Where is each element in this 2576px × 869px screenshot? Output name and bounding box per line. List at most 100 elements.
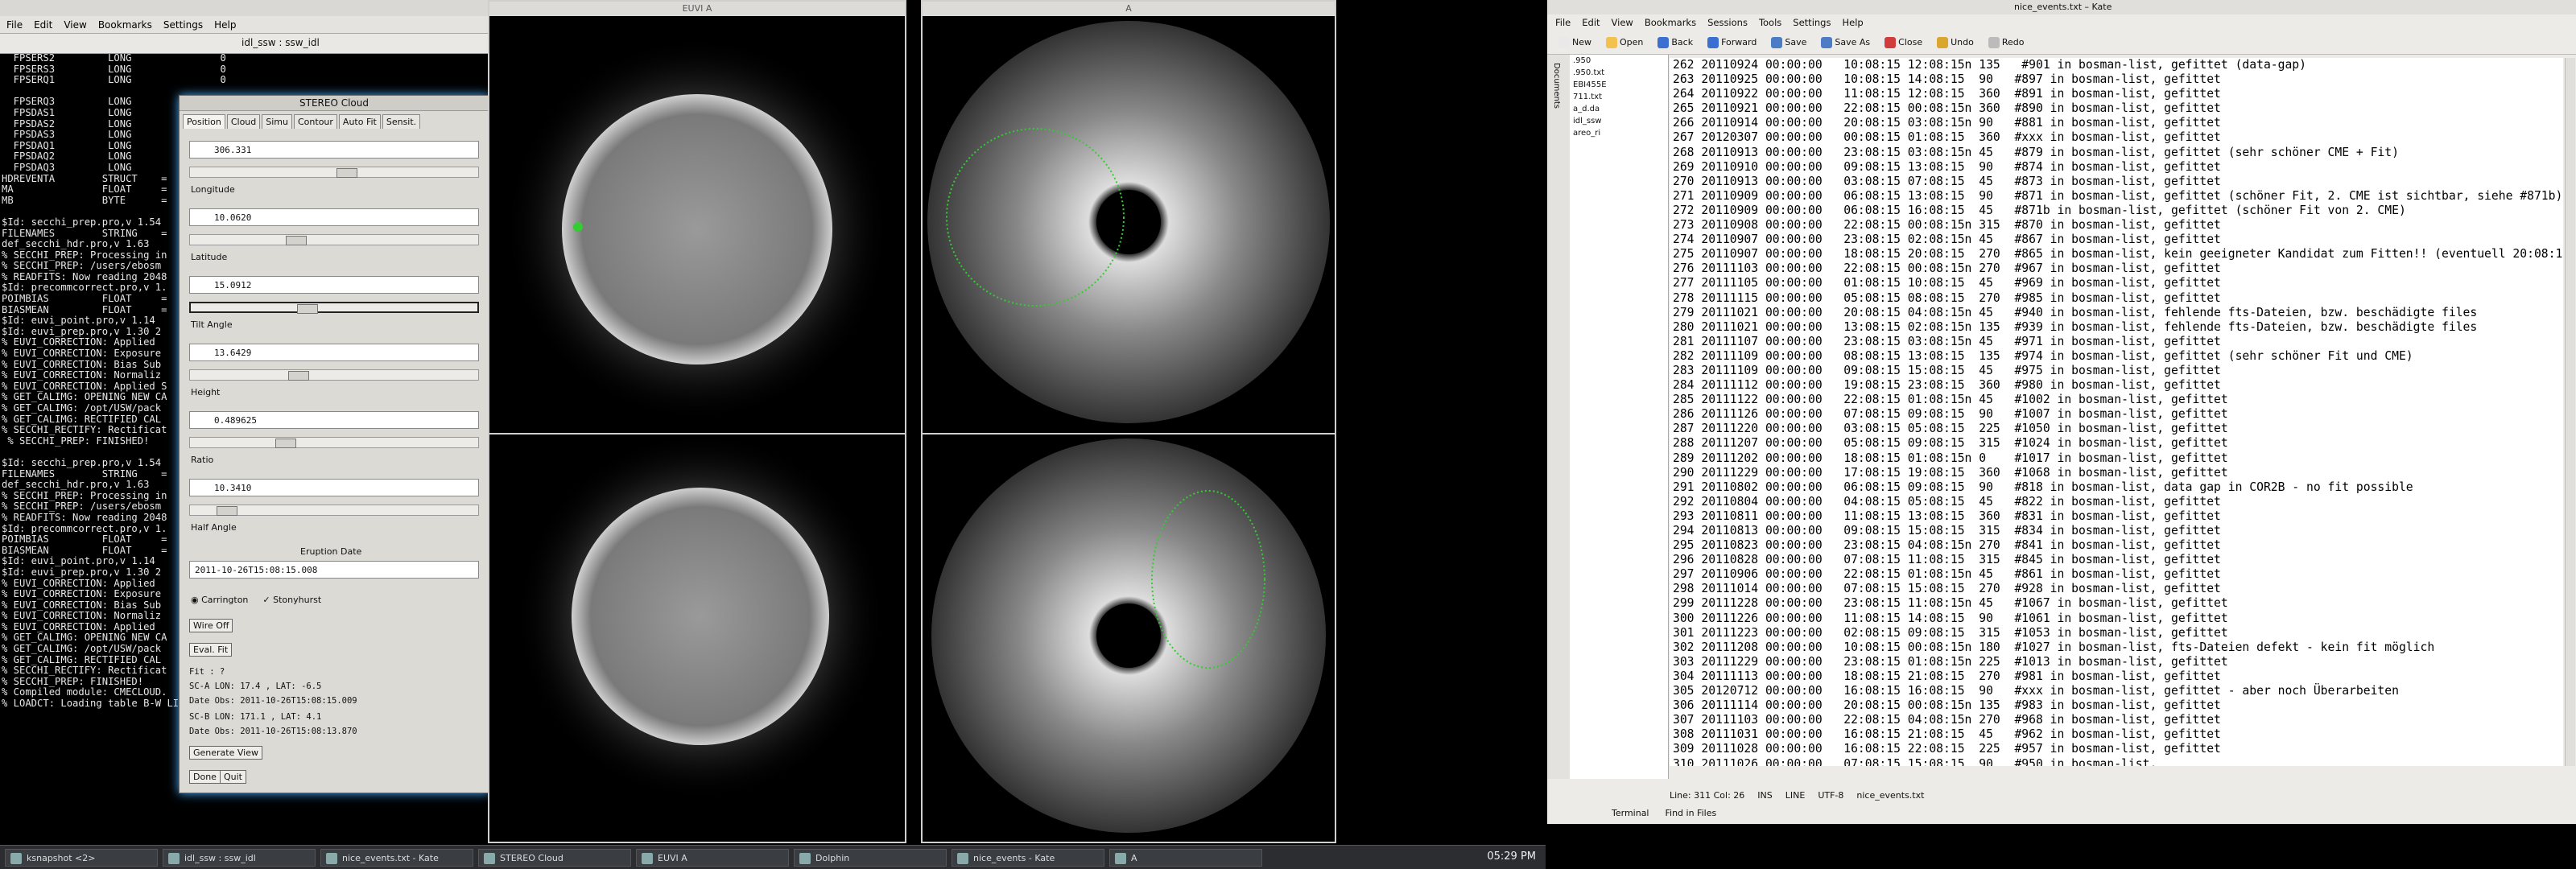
toolbar-undo-button[interactable]: Undo xyxy=(1932,36,1979,48)
tab-auto-fit[interactable]: Auto Fit xyxy=(338,114,381,129)
taskbar-task[interactable]: Dolphin xyxy=(794,848,947,867)
file-list-item[interactable]: .950.txt xyxy=(1570,67,1668,79)
cor2-b-pane[interactable] xyxy=(921,433,1336,843)
toolbar-back-button[interactable]: Back xyxy=(1653,36,1698,48)
longitude-slider[interactable] xyxy=(189,167,479,178)
taskbar-task[interactable]: nice_events.txt - Kate xyxy=(320,848,473,867)
done-button[interactable]: Done xyxy=(189,770,221,784)
menu-bookmarks[interactable]: Bookmarks xyxy=(1645,17,1696,28)
menu-bookmarks[interactable]: Bookmarks xyxy=(98,19,152,31)
euvi-a-pane[interactable]: EUVI A xyxy=(488,0,906,434)
editor-scrollbar[interactable] xyxy=(2565,58,2575,766)
tilt-angle-slider[interactable] xyxy=(189,302,479,314)
menu-file[interactable]: File xyxy=(1555,17,1571,28)
euvi-b-pane[interactable] xyxy=(488,433,906,843)
radio-carrington[interactable]: ◉ Carrington xyxy=(191,595,248,605)
tab-find-in-files[interactable]: Find in Files xyxy=(1666,808,1717,818)
menu-settings[interactable]: Settings xyxy=(163,19,203,31)
tab-terminal[interactable]: Terminal xyxy=(1612,808,1649,818)
latitude-slider[interactable] xyxy=(189,234,479,245)
quit-button[interactable]: Quit xyxy=(220,770,246,784)
toolbar-save-button[interactable]: Save xyxy=(1766,36,1811,48)
editor-line: 290 20111229 00:00:00 17:08:15 19:08:15 … xyxy=(1673,465,2228,480)
slider-knob[interactable] xyxy=(217,506,237,516)
save-as-icon xyxy=(1821,36,1833,48)
file-list-item[interactable]: 711.txt xyxy=(1570,91,1668,103)
latitude-field[interactable]: 10.0620 xyxy=(189,208,479,226)
toolbar-label: Close xyxy=(1898,37,1923,47)
editor-line: 276 20111103 00:00:00 22:08:15 00:08:15n… xyxy=(1673,262,2221,276)
editor-line: 277 20111105 00:00:00 01:08:15 10:08:15 … xyxy=(1673,276,2221,290)
tab-position[interactable]: Position xyxy=(183,114,225,129)
menu-edit[interactable]: Edit xyxy=(34,19,52,31)
slider-knob[interactable] xyxy=(275,439,296,448)
menu-edit[interactable]: Edit xyxy=(1582,17,1600,28)
cor2-b-coronagraph-image xyxy=(931,439,1326,833)
menu-settings[interactable]: Settings xyxy=(1793,17,1831,28)
tab-contour[interactable]: Contour xyxy=(294,114,337,129)
slider-knob[interactable] xyxy=(336,168,357,178)
toolbar-new-button[interactable]: New xyxy=(1554,36,1596,48)
menu-tools[interactable]: Tools xyxy=(1759,17,1781,28)
editor-line: 282 20111109 00:00:00 08:08:15 13:08:15 … xyxy=(1673,348,2413,363)
cursor-position: Line: 311 Col: 26 xyxy=(1670,789,1745,801)
toolbar-close-button[interactable]: Close xyxy=(1880,36,1927,48)
toolbar-forward-button[interactable]: Forward xyxy=(1703,36,1761,48)
generate-view-button[interactable]: Generate View xyxy=(189,746,262,760)
toolbar-open-button[interactable]: Open xyxy=(1601,36,1648,48)
radio-stonyhurst[interactable]: ✓ Stonyhurst xyxy=(262,595,321,605)
cor2-a-pane[interactable]: A xyxy=(921,0,1336,434)
undo-icon xyxy=(1937,36,1949,48)
file-list-item[interactable]: EBI455E xyxy=(1570,79,1668,91)
half-angle-field[interactable]: 10.3410 xyxy=(189,479,479,496)
file-list-item[interactable]: a_d.da xyxy=(1570,103,1668,115)
longitude-field[interactable]: 306.331 xyxy=(189,141,479,159)
ratio-slider[interactable] xyxy=(189,437,479,448)
text-editor[interactable]: 262 20110924 00:00:00 10:08:15 12:08:15n… xyxy=(1670,58,2563,766)
file-list-item[interactable]: .950 xyxy=(1570,55,1668,67)
wire-off-button[interactable]: Wire Off xyxy=(189,619,233,632)
taskbar-task[interactable]: nice_events - Kate xyxy=(952,848,1104,867)
slider-knob[interactable] xyxy=(288,371,310,381)
menu-file[interactable]: File xyxy=(6,19,23,31)
tab-cloud[interactable]: Cloud xyxy=(226,114,261,129)
tab-sensitivity[interactable]: Sensit. xyxy=(382,114,421,129)
menu-view[interactable]: View xyxy=(64,19,86,31)
taskbar-task[interactable]: STEREO Cloud xyxy=(478,848,631,867)
euvi-b-sun-image xyxy=(515,434,886,801)
taskbar-task[interactable]: idl_ssw : ssw_idl xyxy=(163,848,316,867)
tilt-angle-field[interactable]: 15.0912 xyxy=(189,276,479,294)
eval-fit-button[interactable]: Eval. Fit xyxy=(189,643,233,657)
editor-line: 271 20110909 00:00:00 06:08:15 13:08:15 … xyxy=(1673,188,2563,203)
height-field[interactable]: 13.6429 xyxy=(189,344,479,361)
menu-view[interactable]: View xyxy=(1612,17,1633,28)
menu-help[interactable]: Help xyxy=(214,19,236,31)
toolbar-save-as-button[interactable]: Save As xyxy=(1816,36,1875,48)
sc-b-date: Date Obs: 2011-10-26T15:08:13.870 xyxy=(189,727,357,736)
insert-mode[interactable]: INS xyxy=(1757,790,1772,801)
fit-result: Fit : ? xyxy=(189,667,225,677)
taskbar-task[interactable]: EUVI A xyxy=(636,848,789,867)
half-angle-slider[interactable] xyxy=(189,505,479,516)
editor-line: 302 20111208 00:00:00 10:08:15 00:08:15n… xyxy=(1673,640,2435,654)
terminal-tab-title[interactable]: idl_ssw : ssw_idl xyxy=(242,37,320,48)
tab-simu[interactable]: Simu xyxy=(262,114,292,129)
file-list-item[interactable]: areo_ri xyxy=(1570,127,1668,139)
slider-knob[interactable] xyxy=(297,304,318,314)
eruption-date-field[interactable]: 2011-10-26T15:08:15.008 xyxy=(189,561,479,579)
save-icon xyxy=(1771,36,1783,48)
ratio-field[interactable]: 0.489625 xyxy=(189,411,479,429)
menu-sessions[interactable]: Sessions xyxy=(1707,17,1748,28)
slider-knob[interactable] xyxy=(285,236,307,245)
kate-bottom-tabs: Terminal Find in Files xyxy=(1612,805,2095,821)
file-list-item[interactable]: idl_ssw xyxy=(1570,115,1668,127)
editor-line: 284 20111112 00:00:00 19:08:15 23:08:15 … xyxy=(1673,378,2221,393)
taskbar-task[interactable]: ksnapshot <2> xyxy=(5,848,158,867)
taskbar-task[interactable]: A xyxy=(1109,848,1262,867)
menu-help[interactable]: Help xyxy=(1842,17,1863,28)
toolbar-redo-button[interactable]: Redo xyxy=(1984,36,2029,48)
editor-line: 305 20120712 00:00:00 16:08:15 16:08:15 … xyxy=(1673,684,2399,698)
height-slider[interactable] xyxy=(189,369,479,381)
documents-side-tab[interactable]: Documents xyxy=(1547,55,1571,779)
selection-mode[interactable]: LINE xyxy=(1785,790,1806,801)
